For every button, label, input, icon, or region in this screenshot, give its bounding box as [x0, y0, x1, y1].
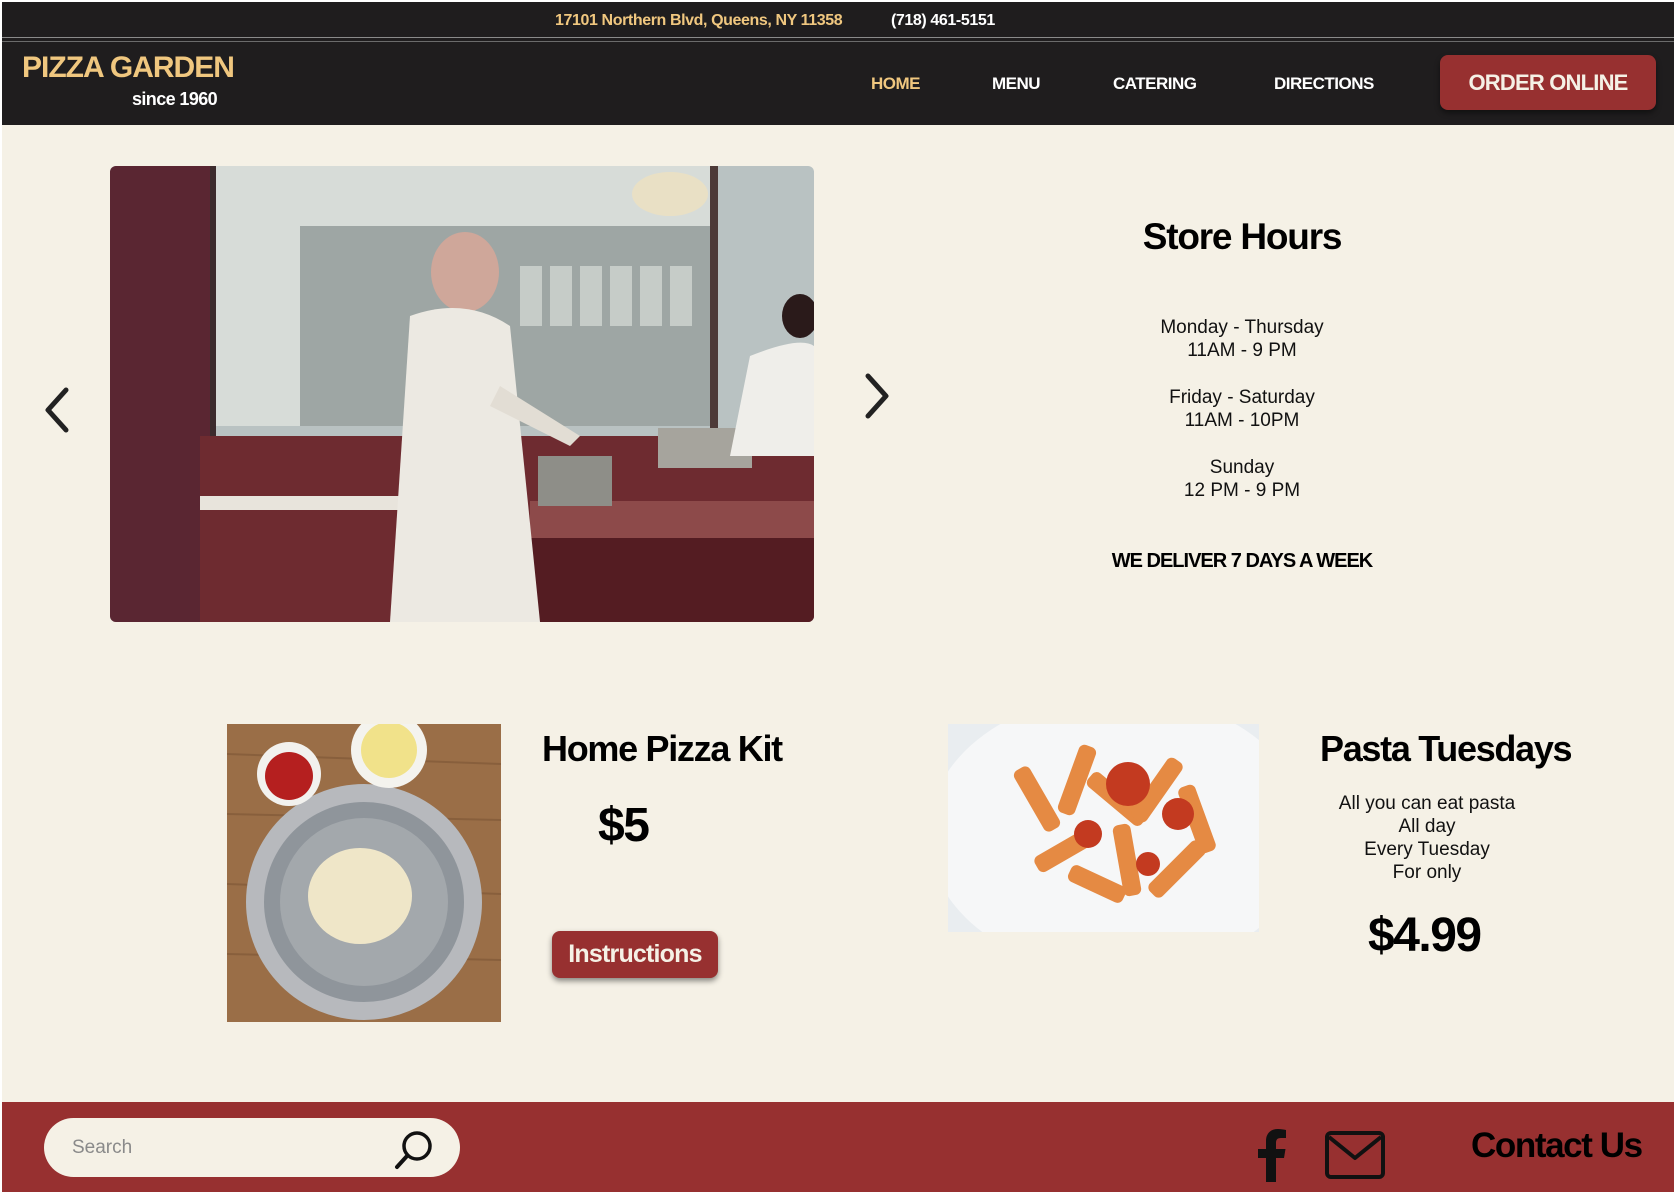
slideshow-image	[110, 166, 814, 622]
page: 17101 Northern Blvd, Queens, NY 11358 (7…	[2, 2, 1674, 1192]
order-online-button[interactable]: ORDER ONLINE	[1440, 55, 1656, 110]
instructions-button[interactable]: Instructions	[552, 931, 718, 978]
mail-icon[interactable]	[1324, 1130, 1386, 1180]
pizza-kit-title: Home Pizza Kit	[542, 728, 783, 769]
address-link[interactable]: 17101 Northern Blvd, Queens, NY 11358	[555, 12, 843, 30]
pasta-description: All you can eat pasta All day Every Tues…	[1302, 792, 1552, 884]
pasta-tuesdays-title: Pasta Tuesdays	[1320, 728, 1573, 769]
logo[interactable]: PIZZA GARDEN	[22, 51, 235, 85]
pasta-price: $4.99	[1368, 909, 1482, 962]
nav-home[interactable]: HOME	[871, 74, 921, 94]
chevron-left-icon[interactable]	[40, 380, 80, 440]
nav-catering[interactable]: CATERING	[1113, 74, 1197, 94]
hours-time: 11AM - 9 PM	[1187, 340, 1297, 361]
hours-time: 12 PM - 9 PM	[1183, 480, 1301, 501]
site-header: PIZZA GARDEN since 1960 HOME MENU CATERI…	[2, 42, 1674, 125]
pasta-line: All you can eat pasta	[1338, 793, 1516, 814]
search-input[interactable]	[72, 1130, 372, 1166]
pasta-line: Every Tuesday	[1364, 839, 1490, 860]
hours-sunday: Sunday 12 PM - 9 PM	[1042, 456, 1442, 502]
top-info-bar: 17101 Northern Blvd, Queens, NY 11358 (7…	[2, 2, 1674, 42]
site-footer: Contact Us	[2, 1102, 1674, 1192]
store-hours-title: Store Hours	[1142, 216, 1343, 257]
hours-days: Monday - Thursday	[1160, 317, 1324, 338]
divider	[2, 37, 1674, 38]
hours-days: Friday - Saturday	[1169, 387, 1315, 408]
chevron-right-icon[interactable]	[854, 366, 894, 426]
pasta-image	[948, 724, 1259, 932]
pizza-kit-price: $5	[598, 799, 650, 852]
hours-weekend: Friday - Saturday 11AM - 10PM	[1042, 386, 1442, 432]
facebook-icon[interactable]	[1252, 1128, 1292, 1182]
contact-us-link[interactable]: Contact Us	[1471, 1126, 1643, 1166]
tagline: since 1960	[132, 89, 218, 109]
pasta-line: For only	[1392, 862, 1462, 883]
hours-weekday: Monday - Thursday 11AM - 9 PM	[1042, 316, 1442, 362]
delivery-notice: WE DELIVER 7 DAYS A WEEK	[1111, 550, 1374, 572]
pizza-kit-image	[227, 724, 501, 1022]
pasta-line: All day	[1398, 816, 1456, 837]
nav-menu[interactable]: MENU	[992, 74, 1041, 94]
search-icon[interactable]	[392, 1128, 436, 1172]
nav-directions[interactable]: DIRECTIONS	[1274, 74, 1374, 94]
search-box	[44, 1118, 460, 1177]
hours-days: Sunday	[1209, 457, 1275, 478]
phone-link[interactable]: (718) 461-5151	[891, 12, 995, 30]
hours-time: 11AM - 10PM	[1184, 410, 1300, 431]
